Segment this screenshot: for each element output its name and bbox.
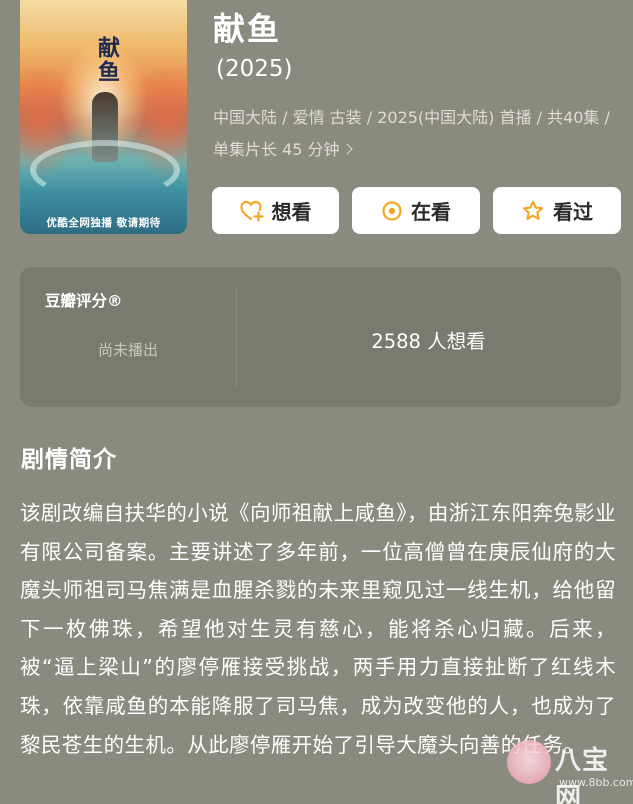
show-year: (2025): [216, 56, 293, 82]
site-watermark: 八宝网 www.8bb.com: [507, 736, 633, 804]
heart-plus-icon: [239, 200, 264, 222]
target-circle-icon: [381, 200, 403, 222]
douban-rating-label: 豆瓣评分®: [45, 292, 123, 310]
synopsis-text: 该剧改编自扶华的小说《向师祖献上咸鱼》，由浙江东阳奔兔影业有限公司备案。主要讲述…: [20, 501, 616, 757]
watched-button[interactable]: 看过: [493, 187, 621, 234]
want-to-watch-label: 想看: [271, 200, 312, 224]
watching-label: 在看: [411, 200, 451, 224]
watched-label: 看过: [553, 200, 593, 224]
want-to-watch-button[interactable]: 想看: [212, 187, 339, 234]
poster-wave: [30, 140, 180, 200]
synopsis-heading: 剧情简介: [21, 447, 117, 473]
poster-caption: 优酷全网独播 敬请期待: [46, 217, 161, 229]
watermark-logo-icon: [507, 740, 551, 784]
poster-image[interactable]: 献鱼 优酷全网独播 敬请期待: [20, 0, 187, 234]
watching-button[interactable]: 在看: [352, 187, 480, 234]
rating-card[interactable]: 豆瓣评分® 尚未播出 2588 人想看: [20, 267, 621, 407]
show-meta[interactable]: 中国大陆 / 爱情 古装 / 2025(中国大陆) 首播 / 共40集 / 单集…: [213, 102, 615, 166]
rating-status: 尚未播出: [97, 341, 158, 359]
show-meta-text: 中国大陆 / 爱情 古装 / 2025(中国大陆) 首播 / 共40集 / 单集…: [213, 108, 610, 159]
star-icon: [521, 199, 545, 223]
watermark-brand: 八宝网: [555, 746, 610, 804]
watermark-url: www.8bb.com: [559, 776, 633, 789]
chevron-right-icon: [340, 143, 353, 155]
show-title: 献鱼: [213, 10, 282, 48]
poster-title-art: 献鱼: [94, 36, 119, 84]
want-count: 2588 人想看: [371, 330, 486, 353]
